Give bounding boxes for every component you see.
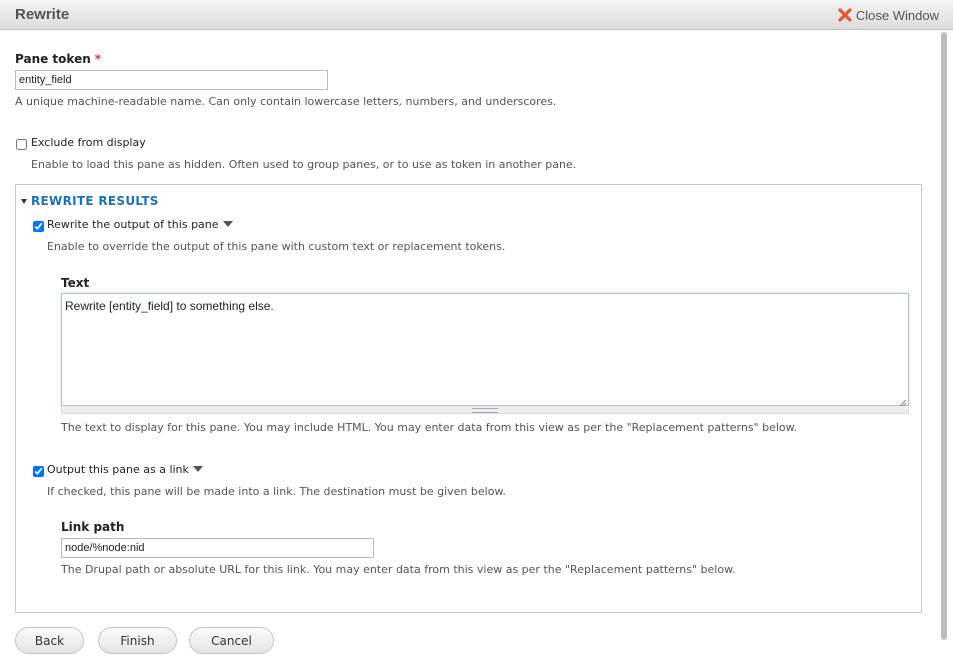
- required-marker: *: [94, 52, 102, 66]
- textarea-resize-grippie[interactable]: [61, 406, 909, 414]
- output-as-link-label[interactable]: Output this pane as a link: [47, 463, 203, 476]
- dropdown-caret-icon[interactable]: [192, 466, 203, 472]
- output-as-link-label-text: Output this pane as a link: [47, 463, 189, 476]
- pane-token-label-text: Pane token: [15, 52, 91, 66]
- link-path-description: The Drupal path or absolute URL for this…: [61, 563, 736, 576]
- exclude-from-display-description: Enable to load this pane as hidden. Ofte…: [31, 158, 577, 171]
- pane-token-description: A unique machine-readable name. Can only…: [15, 95, 557, 108]
- back-button[interactable]: Back: [15, 627, 84, 654]
- rewrite-output-label-text: Rewrite the output of this pane: [47, 218, 219, 231]
- close-icon: [838, 8, 852, 22]
- text-description: The text to display for this pane. You m…: [61, 421, 798, 434]
- exclude-from-display-checkbox[interactable]: [16, 139, 27, 150]
- vertical-scrollbar[interactable]: [939, 32, 949, 640]
- caret-down-icon: [21, 198, 27, 204]
- rewrite-results-legend: REWRITE RESULTS: [31, 194, 159, 208]
- dialog-content: Pane token* A unique machine-readable na…: [0, 30, 935, 669]
- rewrite-output-description: Enable to override the output of this pa…: [47, 240, 506, 253]
- close-window-button[interactable]: Close Window: [838, 6, 939, 24]
- exclude-from-display-label: Exclude from display: [31, 136, 146, 149]
- close-window-label: Close Window: [855, 7, 939, 23]
- output-as-link-checkbox[interactable]: [33, 466, 44, 477]
- rewrite-results-toggle[interactable]: REWRITE RESULTS: [21, 194, 159, 208]
- dialog-title: Rewrite: [15, 6, 70, 23]
- link-path-input[interactable]: [61, 538, 374, 558]
- grippie-lines: [472, 408, 498, 413]
- pane-token-input[interactable]: [15, 70, 328, 90]
- link-path-label: Link path: [61, 520, 125, 534]
- cancel-button[interactable]: Cancel: [189, 627, 274, 654]
- text-label: Text: [61, 276, 90, 290]
- pane-token-label: Pane token *: [15, 52, 101, 66]
- rewrite-results-fieldset: REWRITE RESULTS Rewrite the output of th…: [15, 184, 922, 613]
- scrollbar-thumb[interactable]: [941, 32, 947, 640]
- finish-button[interactable]: Finish: [98, 627, 177, 654]
- dropdown-caret-icon[interactable]: [222, 221, 233, 227]
- rewrite-output-label[interactable]: Rewrite the output of this pane: [47, 218, 233, 231]
- dialog-titlebar: Rewrite Close Window: [0, 0, 953, 30]
- rewrite-text-textarea[interactable]: Rewrite [entity_field] to something else…: [61, 293, 909, 406]
- rewrite-output-checkbox[interactable]: [33, 221, 44, 232]
- resize-corner-icon[interactable]: [897, 393, 907, 408]
- text-area-wrapper: Rewrite [entity_field] to something else…: [61, 293, 909, 415]
- output-as-link-description: If checked, this pane will be made into …: [47, 485, 506, 498]
